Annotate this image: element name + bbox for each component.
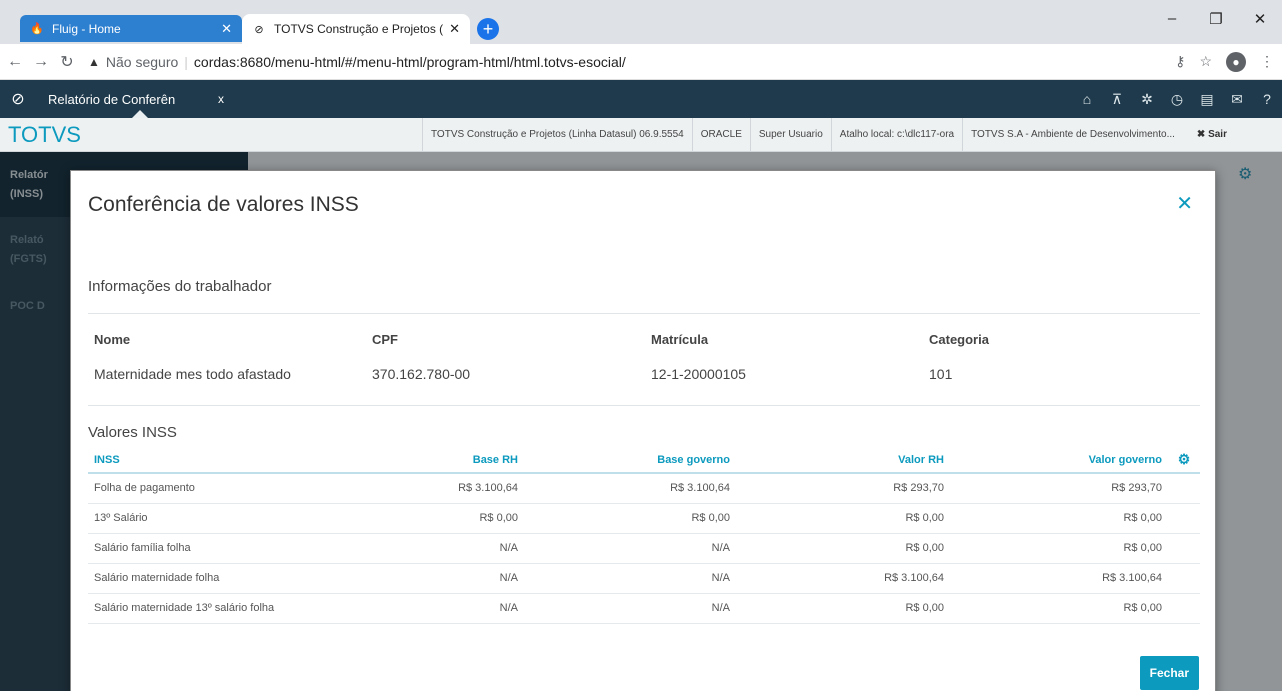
browser-tab-totvs[interactable]: ⊘ TOTVS Construção e Projetos (Lin ✕ bbox=[242, 14, 470, 44]
company-label[interactable]: TOTVS Construção e Projetos (Linha Datas… bbox=[422, 117, 692, 152]
divider bbox=[88, 313, 1200, 314]
worker-cpf-field: CPF 370.162.780-00 bbox=[372, 332, 471, 382]
fluig-icon: 🔥 bbox=[30, 23, 44, 35]
table-row: 13º Salário R$ 0,00 R$ 0,00 R$ 0,00 R$ 0… bbox=[88, 503, 1200, 534]
close-icon[interactable]: ✕ bbox=[1176, 191, 1193, 216]
worker-categoria-field: Categoria 101 bbox=[929, 332, 989, 382]
values-section-title: Valores INSS bbox=[88, 424, 177, 441]
mail-icon[interactable]: ✉ bbox=[1222, 91, 1252, 108]
close-icon[interactable]: x bbox=[218, 92, 224, 106]
key-icon[interactable]: ⚷ bbox=[1175, 53, 1185, 70]
app-header: ⊘ Relatório de Conferên x ⌂ ⊼ ✲ ◷ ▤ ✉ ? bbox=[0, 80, 1282, 118]
table-row: Salário família folha N/A N/A R$ 0,00 R$… bbox=[88, 533, 1200, 564]
table-row: Folha de pagamento R$ 3.100,64 R$ 3.100,… bbox=[88, 473, 1200, 504]
environment-label[interactable]: TOTVS S.A - Ambiente de Desenvolvimento.… bbox=[962, 117, 1183, 152]
sitemap-icon[interactable]: ⊼ bbox=[1102, 91, 1132, 108]
close-tab-icon[interactable]: ✕ bbox=[221, 21, 232, 37]
col-header-base-rh[interactable]: Base RH bbox=[328, 447, 524, 474]
user-label[interactable]: Super Usuario bbox=[749, 117, 831, 152]
tab-label: TOTVS Construção e Projetos (Lin bbox=[274, 22, 444, 36]
database-label[interactable]: ORACLE bbox=[691, 117, 750, 152]
col-header-base-governo[interactable]: Base governo bbox=[524, 447, 736, 474]
home-icon[interactable]: ⌂ bbox=[1072, 91, 1102, 108]
modal-title: Conferência de valores INSS bbox=[88, 193, 359, 216]
minimize-icon[interactable]: – bbox=[1150, 10, 1194, 28]
worker-section-title: Informações do trabalhador bbox=[88, 278, 272, 295]
worker-name-field: Nome Maternidade mes todo afastado bbox=[94, 332, 291, 382]
address-bar[interactable]: ▲ Não seguro | cordas:8680/menu-html/#/m… bbox=[88, 54, 1161, 70]
worker-matricula-field: Matrícula 12-1-20000105 bbox=[651, 332, 746, 382]
browser-tab-strip: 🔥 Fluig - Home ✕ ⊘ TOTVS Construção e Pr… bbox=[0, 0, 1282, 44]
account-icon[interactable]: ● bbox=[1226, 51, 1246, 72]
help-icon[interactable]: ? bbox=[1252, 91, 1282, 108]
close-button[interactable]: Fechar bbox=[1139, 656, 1199, 690]
browser-tab-fluig[interactable]: 🔥 Fluig - Home ✕ bbox=[20, 15, 242, 42]
table-settings-icon[interactable]: ⚙ bbox=[1168, 447, 1200, 474]
col-header-inss[interactable]: INSS bbox=[88, 447, 328, 474]
totvs-logo-icon[interactable]: ⊘ bbox=[0, 89, 36, 109]
table-row: Salário maternidade 13º salário folha N/… bbox=[88, 593, 1200, 624]
brand-title: TOTVS bbox=[8, 121, 81, 147]
modal-dialog: Conferência de valores INSS ✕ Informaçõe… bbox=[70, 170, 1216, 691]
new-tab-button[interactable]: + bbox=[477, 18, 499, 40]
restore-icon[interactable]: ❐ bbox=[1194, 10, 1238, 28]
window-controls: – ❐ ✕ bbox=[1150, 10, 1282, 28]
table-header-row: INSS Base RH Base governo Valor RH Valor… bbox=[88, 447, 1200, 474]
document-icon[interactable]: ▤ bbox=[1192, 91, 1222, 108]
security-label: Não seguro bbox=[105, 53, 179, 70]
forward-icon[interactable]: → bbox=[30, 53, 52, 71]
col-header-valor-governo[interactable]: Valor governo bbox=[950, 447, 1168, 474]
context-bar: TOTVS TOTVS Construção e Projetos (Linha… bbox=[0, 117, 1282, 152]
shortcut-label[interactable]: Atalho local: c:\dlc117-ora bbox=[830, 117, 962, 152]
divider bbox=[88, 405, 1200, 406]
inss-values-table: INSS Base RH Base governo Valor RH Valor… bbox=[88, 447, 1200, 624]
logout-button[interactable]: ✖ Sair bbox=[1183, 129, 1227, 140]
browser-toolbar: ← → ↻ ▲ Não seguro | cordas:8680/menu-ht… bbox=[0, 44, 1282, 80]
tab-label: Fluig - Home bbox=[52, 21, 121, 36]
table-row: Salário maternidade folha N/A N/A R$ 3.1… bbox=[88, 563, 1200, 594]
star-icon[interactable]: ☆ bbox=[1199, 53, 1212, 70]
clock-icon[interactable]: ◷ bbox=[1162, 91, 1192, 108]
totvs-icon: ⊘ bbox=[254, 23, 264, 36]
app-tab-label: Relatório de Conferên bbox=[48, 91, 176, 107]
back-icon[interactable]: ← bbox=[4, 53, 26, 71]
menu-icon[interactable]: ⋮ bbox=[1260, 53, 1274, 70]
url-text: cordas:8680/menu-html/#/menu-html/progra… bbox=[193, 53, 626, 70]
warning-icon: ▲ bbox=[88, 54, 100, 69]
close-window-icon[interactable]: ✕ bbox=[1238, 10, 1282, 28]
settings-icon[interactable]: ✲ bbox=[1132, 91, 1162, 108]
reload-icon[interactable]: ↻ bbox=[56, 52, 78, 72]
app-tab-relatorio[interactable]: Relatório de Conferên x bbox=[36, 80, 236, 118]
col-header-valor-rh[interactable]: Valor RH bbox=[736, 447, 950, 474]
close-tab-icon[interactable]: ✕ bbox=[449, 21, 460, 37]
